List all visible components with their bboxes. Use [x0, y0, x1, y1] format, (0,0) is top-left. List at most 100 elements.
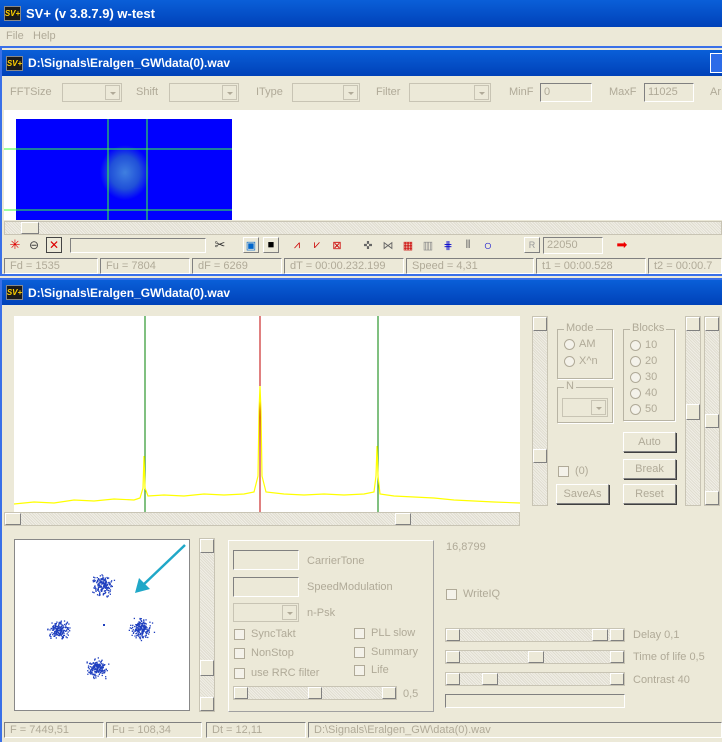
constellation-point — [141, 634, 143, 636]
constellation-point — [60, 626, 62, 628]
spectrogram-canvas[interactable] — [4, 110, 722, 220]
color-bars-icon[interactable]: ▦ — [400, 237, 416, 253]
marker-icon[interactable]: ⋈ — [380, 237, 396, 253]
r-icon[interactable]: R — [524, 237, 540, 253]
fftsize-select[interactable] — [62, 83, 122, 102]
spectrum-vscroll-2[interactable] — [685, 316, 701, 506]
spectrum-vscroll-3[interactable] — [704, 316, 720, 506]
synctakt-checkbox[interactable]: SyncTakt — [234, 628, 296, 640]
ar-label: Ar — [710, 86, 721, 98]
constellation-point — [97, 583, 99, 585]
summary-checkbox[interactable]: Summary — [354, 646, 418, 658]
filter-select[interactable] — [409, 83, 491, 102]
psk-slider[interactable] — [233, 686, 397, 700]
status-t2: t2 = 00:00.7 — [648, 258, 722, 274]
npsk-select[interactable] — [233, 603, 299, 622]
carrier-input[interactable] — [233, 550, 299, 570]
zoom-out-icon[interactable]: ⊖ — [26, 237, 42, 253]
columns-icon[interactable]: ⦀ — [460, 237, 476, 253]
constellation-point — [133, 631, 135, 633]
shift-select[interactable] — [169, 83, 239, 102]
constellation-point — [62, 635, 64, 638]
blocks-20-radio[interactable]: 20 — [630, 355, 657, 367]
blocks-30-radio[interactable]: 30 — [630, 371, 657, 383]
constellation-vscroll[interactable] — [199, 538, 215, 712]
break-button[interactable]: Break — [623, 459, 676, 479]
window-icon[interactable]: ▣ — [243, 237, 259, 253]
spectrum-vscroll-1[interactable] — [532, 316, 548, 506]
n-select[interactable] — [562, 398, 608, 417]
rrc-checkbox[interactable]: use RRC filter — [234, 667, 319, 679]
constellation-point — [103, 584, 105, 587]
minimize-button[interactable] — [710, 53, 722, 73]
status-dt2: Dt = 12,11 — [206, 722, 306, 738]
spectrum-icon[interactable]: ⩘ — [289, 237, 305, 253]
cross-icon[interactable]: ✜ — [360, 237, 376, 253]
constellation-point — [51, 622, 53, 624]
stop-icon[interactable]: ■ — [263, 237, 279, 253]
contrast-slider[interactable] — [445, 672, 625, 686]
constellation-point — [63, 632, 65, 634]
blocks-50-radio[interactable]: 50 — [630, 403, 657, 415]
constellation-point — [101, 672, 103, 674]
constellation-point — [64, 623, 66, 626]
cut-icon[interactable]: ✂ — [212, 237, 228, 253]
progress-bar — [445, 694, 625, 708]
blocks-10-radio[interactable]: 10 — [630, 339, 657, 351]
constellation-point — [102, 592, 105, 595]
speed-input[interactable] — [233, 577, 299, 597]
spectrum-compare-icon[interactable]: ⩗ — [309, 237, 325, 253]
grid-icon[interactable]: ⋕ — [440, 237, 456, 253]
spectrum-scrollbar[interactable] — [4, 512, 520, 526]
constellation-point — [103, 587, 105, 589]
constellation-point — [145, 623, 147, 625]
window-2-title-bar[interactable]: SV+ D:\Signals\Eralgen_GW\data(0).wav — [2, 280, 722, 305]
constellation-point — [130, 624, 132, 626]
auto-button[interactable]: Auto — [623, 432, 676, 452]
circle-icon[interactable]: ○ — [480, 237, 496, 253]
delay-slider[interactable] — [445, 628, 625, 642]
constellation-point — [57, 631, 60, 634]
window-1-title-bar[interactable]: SV+ D:\Signals\Eralgen_GW\data(0).wav — [2, 50, 722, 76]
play-icon[interactable]: ➡ — [614, 237, 630, 253]
constellation-point — [50, 627, 52, 630]
spectrum-plot[interactable] — [13, 316, 521, 512]
app-logo: SV+ — [4, 6, 21, 21]
status-dt: dT = 00:00.232.199 — [284, 258, 404, 274]
mode-xn-radio[interactable]: X^n — [564, 355, 598, 367]
zero-checkbox[interactable]: (0) — [558, 465, 588, 477]
reset-button[interactable]: Reset — [623, 484, 676, 504]
mode-am-radio[interactable]: AM — [564, 338, 596, 350]
status-speed: Speed = 4,31 — [406, 258, 534, 274]
constellation-point — [143, 626, 146, 629]
settings-icon[interactable]: ✳ — [7, 237, 23, 253]
constellation-point — [93, 676, 95, 678]
constellation-point — [52, 625, 55, 627]
writeiq-checkbox[interactable]: WriteIQ — [446, 588, 500, 600]
minf-input[interactable]: 0 — [540, 83, 592, 102]
nonstop-checkbox[interactable]: NonStop — [234, 647, 294, 659]
menu-file[interactable]: File — [6, 30, 24, 42]
pll-checkbox[interactable]: PLL slow — [354, 627, 415, 639]
time-of-life-slider[interactable] — [445, 650, 625, 664]
constellation-point — [107, 589, 110, 592]
clear-icon[interactable]: ✕ — [46, 237, 62, 253]
blocks-40-radio[interactable]: 40 — [630, 387, 657, 399]
spectrogram-scrollbar[interactable] — [4, 221, 722, 235]
life-checkbox[interactable]: Life — [354, 664, 389, 676]
constellation-point — [94, 585, 96, 587]
target-icon[interactable]: ⊠ — [329, 237, 345, 253]
constellation-point — [101, 671, 103, 673]
sample-rate-input[interactable]: 22050 — [543, 237, 603, 254]
saveas-button[interactable]: SaveAs — [556, 484, 609, 504]
bars-icon[interactable]: ▥ — [420, 237, 436, 253]
status-fd: Fd = 1535 — [4, 258, 98, 274]
constellation-point — [68, 623, 70, 625]
constellation-plot[interactable] — [14, 539, 190, 711]
constellation-point — [88, 671, 90, 673]
maxf-input[interactable]: 11025 — [644, 83, 694, 102]
itype-select[interactable] — [292, 83, 360, 102]
constellation-point — [131, 627, 133, 630]
menu-help[interactable]: Help — [33, 30, 56, 42]
constellation-point — [103, 581, 105, 584]
